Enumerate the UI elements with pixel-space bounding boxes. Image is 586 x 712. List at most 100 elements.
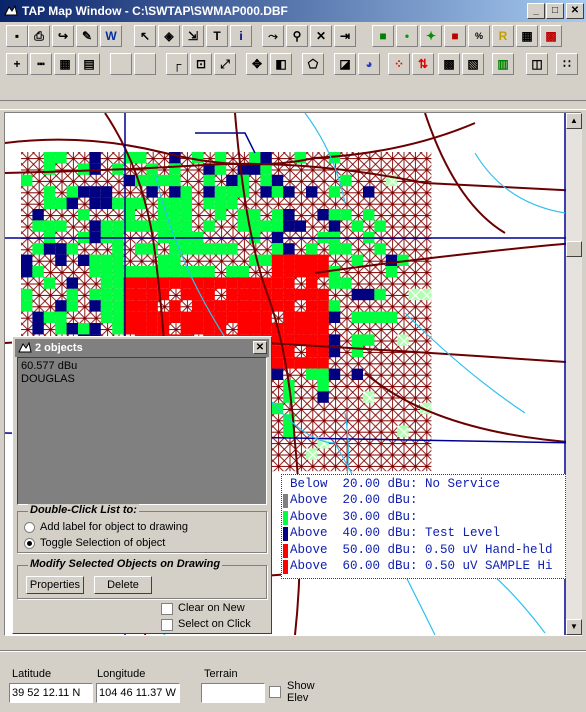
- elev-label[interactable]: Elev: [287, 692, 308, 704]
- coverage-legend[interactable]: Below 20.00 dBu: No Service Above 20.00 d…: [281, 474, 566, 579]
- r-icon[interactable]: R: [492, 25, 514, 47]
- coverage-cell: [271, 243, 284, 255]
- coverage-cell: [146, 277, 158, 289]
- coverage-cell: [43, 311, 56, 323]
- clear-on-new-checkbox[interactable]: [161, 603, 173, 615]
- arrow-icon[interactable]: ↪: [52, 25, 74, 47]
- minimize-button[interactable]: _: [527, 3, 545, 19]
- coverage-cell: [260, 311, 272, 323]
- palette-icon[interactable]: ▧: [462, 53, 484, 75]
- print-icon[interactable]: ⎙: [28, 25, 50, 47]
- chart-icon[interactable]: ▥: [492, 53, 514, 75]
- select-on-click-label[interactable]: Select on Click: [178, 618, 251, 630]
- coverage-cell: [192, 277, 204, 289]
- coverage-cell: [100, 311, 113, 323]
- maximize-button[interactable]: □: [546, 3, 564, 19]
- pie-icon[interactable]: ◕: [358, 53, 380, 75]
- blank-icon[interactable]: [110, 53, 132, 75]
- zoom-box-icon[interactable]: ⊡: [190, 53, 212, 75]
- scroll-up-button[interactable]: ▲: [566, 113, 582, 129]
- coverage-cell: [169, 209, 181, 221]
- notepad-icon[interactable]: ▤: [78, 53, 100, 75]
- coverage-cell: [192, 300, 204, 312]
- dots-icon[interactable]: ∷: [556, 53, 578, 75]
- blank-icon[interactable]: [134, 53, 156, 75]
- edit-icon[interactable]: ✎: [76, 25, 98, 47]
- coverage-cell: [363, 391, 375, 403]
- coverage-cell: [260, 174, 272, 187]
- green-square-icon[interactable]: ■: [372, 25, 394, 47]
- route-icon[interactable]: ⤳: [262, 25, 284, 47]
- pan-icon[interactable]: ✥: [246, 53, 268, 75]
- coverage-cell: [328, 209, 341, 221]
- green-dot-icon[interactable]: •: [396, 25, 418, 47]
- probe-icon[interactable]: ⚲: [286, 25, 308, 47]
- select-on-click-checkbox[interactable]: [161, 619, 173, 631]
- list-item[interactable]: 60.577 dBu: [21, 360, 77, 372]
- dialog-close-button[interactable]: ✕: [253, 341, 267, 354]
- percent-icon[interactable]: %: [468, 25, 490, 47]
- add-icon[interactable]: +: [6, 53, 28, 75]
- show-elev-checkbox[interactable]: [269, 686, 281, 698]
- coverage-cell: [112, 243, 124, 255]
- coverage-cell: [66, 197, 78, 209]
- coverage-cell: [283, 323, 295, 335]
- pointer-icon[interactable]: ↖: [134, 25, 156, 47]
- exit-icon[interactable]: ⇥: [334, 25, 356, 47]
- properties-button[interactable]: Properties: [26, 576, 84, 594]
- vertical-scrollbar[interactable]: ▲ ▼: [566, 113, 582, 635]
- coverage-cell: [66, 288, 78, 301]
- toggle-selection-radio[interactable]: [24, 538, 35, 549]
- coverage-cell: [294, 311, 306, 323]
- list-item[interactable]: DOUGLAS: [21, 373, 75, 385]
- coverage-cell: [374, 220, 386, 232]
- toggle-selection-radio-label[interactable]: Toggle Selection of object: [40, 537, 165, 549]
- text-icon[interactable]: T: [206, 25, 228, 47]
- ruler-icon[interactable]: ┅: [30, 53, 52, 75]
- scroll-down-button[interactable]: ▼: [566, 619, 582, 635]
- coverage-cell: [306, 357, 318, 369]
- close-button[interactable]: ✕: [566, 3, 584, 19]
- coverage-cell: [55, 311, 67, 323]
- save-icon[interactable]: ▪: [6, 25, 28, 47]
- objects-list[interactable]: 60.577 dBu DOUGLAS: [17, 357, 267, 505]
- add-label-radio-label[interactable]: Add label for object to drawing: [40, 521, 188, 533]
- coverage-cell: [271, 220, 284, 232]
- delete-button[interactable]: Delete: [94, 576, 152, 594]
- wand-icon[interactable]: ✦: [420, 25, 442, 47]
- legend-swatch: [283, 510, 288, 525]
- terrain-field[interactable]: [201, 683, 265, 703]
- arrows-icon[interactable]: ⇅: [412, 53, 434, 75]
- add-label-radio[interactable]: [24, 522, 35, 533]
- w-icon[interactable]: W: [100, 25, 122, 47]
- dialog-title-bar[interactable]: 2 objects ✕: [15, 339, 269, 357]
- latitude-field[interactable]: 39 52 12.11 N: [9, 683, 93, 703]
- coverage-cell: [89, 220, 101, 232]
- red-square-icon[interactable]: ■: [444, 25, 466, 47]
- map-icon[interactable]: ▦: [516, 25, 538, 47]
- layers-icon[interactable]: ◧: [270, 53, 292, 75]
- coverage-cell: [21, 174, 33, 187]
- coverage-cell: [283, 266, 295, 278]
- scatter-icon[interactable]: ⁘: [388, 53, 410, 75]
- clear-on-new-label[interactable]: Clear on New: [178, 602, 245, 614]
- tiles-icon[interactable]: ◫: [526, 53, 548, 75]
- grid-color-icon[interactable]: ▩: [438, 53, 460, 75]
- coverage-cell: [363, 209, 375, 221]
- colors-icon[interactable]: ▩: [540, 25, 562, 47]
- highway-line: [195, 132, 256, 154]
- show-label[interactable]: Show: [287, 680, 315, 692]
- polygon-icon[interactable]: ⬠: [302, 53, 324, 75]
- grid-icon[interactable]: ▦: [54, 53, 76, 75]
- longitude-field[interactable]: 104 46 11.37 W: [96, 683, 180, 703]
- terrain-icon[interactable]: ◪: [334, 53, 356, 75]
- info-icon[interactable]: i: [230, 25, 252, 47]
- resize-icon[interactable]: ⤢: [214, 53, 236, 75]
- import-icon[interactable]: ⇲: [182, 25, 204, 47]
- title-bar: TAP Map Window - C:\SWTAP\SWMAP000.DBF _…: [0, 0, 586, 22]
- select-icon[interactable]: ◈: [158, 25, 180, 47]
- scroll-thumb[interactable]: [566, 241, 582, 257]
- coverage-cell: [180, 197, 192, 209]
- corner-icon[interactable]: ┌: [166, 53, 188, 75]
- delete-icon[interactable]: ✕: [310, 25, 332, 47]
